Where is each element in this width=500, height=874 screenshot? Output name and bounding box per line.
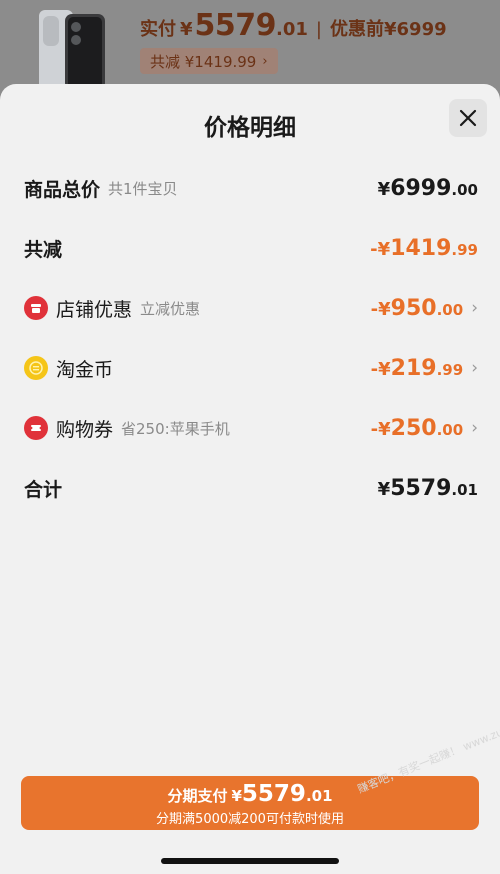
coupon-icon <box>24 416 48 440</box>
amount-sign: - <box>370 298 379 320</box>
row-amount: - ¥ 950 .00 <box>371 296 464 321</box>
close-button[interactable] <box>449 99 487 137</box>
row-goods-total: 商品总价 共1件宝贝 ¥ 6999 .00 <box>0 168 500 208</box>
amount-decimal: .00 <box>436 300 464 319</box>
pay-integer: 5579 <box>241 781 306 807</box>
row-amount: - ¥ 1419 .99 <box>370 236 478 261</box>
chevron-right-icon: › <box>262 53 268 69</box>
amount-decimal: .00 <box>451 180 478 199</box>
amount-currency: ¥ <box>377 178 391 200</box>
chevron-right-icon: › <box>471 418 478 438</box>
row-grand-total: 合计 ¥ 5579 .01 <box>0 468 500 508</box>
separator: | <box>315 19 322 40</box>
row-label: 购物券 <box>56 418 114 441</box>
paid-integer: 5579 <box>194 8 277 43</box>
close-icon <box>459 109 477 127</box>
installment-pay-button[interactable]: 分期支付 ¥ 5579 .01 分期满5000减200可付款时使用 <box>21 776 479 830</box>
amount-currency: ¥ <box>378 358 391 380</box>
store-discount-icon <box>24 296 48 320</box>
amount-integer: 219 <box>390 355 437 381</box>
product-image <box>39 10 105 90</box>
row-label: 共减 <box>24 238 63 261</box>
sheet-title: 价格明细 <box>204 115 296 141</box>
row-sublabel: 立减优惠 <box>140 299 201 318</box>
amount-decimal: .99 <box>451 240 478 259</box>
pay-note: 分期满5000减200可付款时使用 <box>156 812 344 827</box>
home-indicator[interactable] <box>161 858 339 864</box>
pay-currency: ¥ <box>231 787 242 805</box>
amount-integer: 5579 <box>390 475 452 501</box>
amount-integer: 250 <box>390 415 437 441</box>
row-label: 商品总价 <box>24 178 101 201</box>
chevron-right-icon: › <box>471 358 478 378</box>
reduction-text: 共减 ¥1419.99 <box>150 52 257 71</box>
row-total-reduction: 共减 - ¥ 1419 .99 <box>0 228 500 268</box>
amount-decimal: .00 <box>436 420 464 439</box>
amount-currency: ¥ <box>377 478 391 500</box>
row-store-discount[interactable]: 店铺优惠 立减优惠 - ¥ 950 .00 › <box>0 288 500 328</box>
row-sublabel: 省250:苹果手机 <box>121 419 230 438</box>
amount-currency: ¥ <box>378 418 391 440</box>
paid-amount-line: 实付 ¥ 5579 .01 | 优惠前 ¥6999 <box>140 8 447 48</box>
amount-sign: - <box>370 418 379 440</box>
amount-integer: 1419 <box>390 235 452 261</box>
paid-currency: ¥ <box>180 19 193 40</box>
row-label: 合计 <box>24 478 63 501</box>
row-coupon[interactable]: 购物券 省250:苹果手机 - ¥ 250 .00 › <box>0 408 500 448</box>
row-label: 店铺优惠 <box>56 298 133 321</box>
coin-icon-glyph <box>29 361 43 375</box>
paid-label: 实付 <box>140 19 176 40</box>
original-price-label: 优惠前 <box>330 19 384 40</box>
amount-decimal: .99 <box>436 360 464 379</box>
amount-currency: ¥ <box>378 298 391 320</box>
store-icon-glyph <box>31 304 41 313</box>
pay-decimal: .01 <box>305 787 333 805</box>
row-tao-coin[interactable]: 淘金币 - ¥ 219 .99 › <box>0 348 500 388</box>
chevron-right-icon: › <box>471 298 478 318</box>
pay-amount-line: 分期支付 ¥ 5579 .01 <box>21 781 479 807</box>
amount-decimal: .01 <box>451 480 478 499</box>
amount-integer: 6999 <box>390 175 452 201</box>
original-price: ¥6999 <box>384 19 447 40</box>
pay-label: 分期支付 <box>167 787 228 805</box>
amount-sign: - <box>370 358 379 380</box>
row-amount: - ¥ 219 .99 <box>371 356 464 381</box>
coupon-icon-glyph <box>29 425 43 431</box>
row-amount: ¥ 6999 .00 <box>378 176 478 201</box>
amount-currency: ¥ <box>377 238 391 260</box>
tao-coin-icon <box>24 356 48 380</box>
row-amount: - ¥ 250 .00 <box>371 416 464 441</box>
row-amount: ¥ 5579 .01 <box>378 476 478 501</box>
paid-decimal: .01 <box>276 19 308 40</box>
total-reduction-pill[interactable]: 共减 ¥1419.99 › <box>140 48 278 74</box>
amount-sign: - <box>370 238 378 260</box>
row-label: 淘金币 <box>56 358 114 381</box>
row-sublabel: 共1件宝贝 <box>108 179 178 198</box>
amount-integer: 950 <box>390 295 437 321</box>
